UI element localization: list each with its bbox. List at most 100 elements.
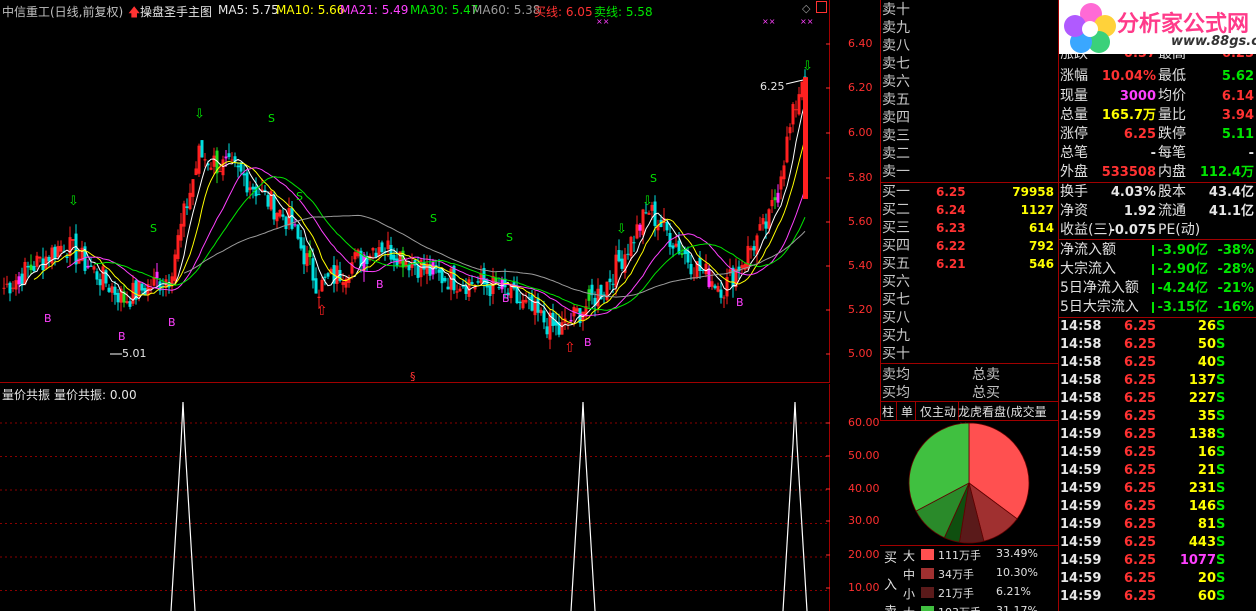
tick-time: 14:59 — [1060, 481, 1102, 496]
candle-body — [257, 194, 261, 196]
stat-label: 最低 — [1158, 68, 1186, 84]
tick-row[interactable]: 14:59 6.25 1077 S — [1060, 552, 1256, 570]
stat-value: -0.075 — [1109, 223, 1156, 238]
candle-body — [11, 287, 15, 289]
volume-price-chart[interactable] — [0, 384, 830, 611]
kline-canvas[interactable]: ⇩⇩ ⇩⇩⇩⇧⇧SSSSSSBBBBBBB×× ×× ×× — [0, 0, 830, 383]
indicator-name[interactable]: 操盘圣手主图 — [140, 3, 212, 20]
buy-level-row[interactable]: 买六 — [882, 273, 1056, 291]
tick-time: 14:59 — [1060, 535, 1102, 550]
tick-price: 6.25 — [1124, 391, 1157, 406]
tick-row[interactable]: 14:58 6.25 227 S — [1060, 390, 1256, 408]
candle-body — [485, 279, 489, 288]
fund-flow-row[interactable]: 5日净流入额 -4.24亿 -21% — [1060, 279, 1256, 298]
tick-row[interactable]: 14:58 6.25 50 S — [1060, 336, 1256, 354]
sell-level-row[interactable]: 卖九 — [882, 19, 1056, 37]
fund-flow-row[interactable]: 净流入额 -3.90亿 -38% — [1060, 241, 1256, 260]
stat-row: 收益(三) -0.075 PE(动) — [1060, 221, 1256, 240]
buy-level-row[interactable]: 买九 — [882, 327, 1056, 345]
tick-row[interactable]: 14:58 6.25 40 S — [1060, 354, 1256, 372]
tick-row[interactable]: 14:59 6.25 21 S — [1060, 462, 1256, 480]
tick-row[interactable]: 14:59 6.25 81 S — [1060, 516, 1256, 534]
buy-level-row[interactable]: 买二 6.24 1127 — [882, 201, 1056, 219]
tick-row[interactable]: 14:59 6.25 20 S — [1060, 570, 1256, 588]
sell-level-row[interactable]: 卖四 — [882, 109, 1056, 127]
sell-level-row[interactable]: 卖二 — [882, 145, 1056, 163]
tick-row[interactable]: 14:59 6.25 35 S — [1060, 408, 1256, 426]
candle-body — [416, 265, 420, 278]
candle-body — [194, 168, 198, 176]
tick-row[interactable]: 14:58 6.25 26 S — [1060, 318, 1256, 336]
candle-body — [518, 301, 522, 304]
sell-level-label: 卖六 — [882, 74, 910, 90]
fund-flow-row[interactable]: 大宗流入 -2.90亿 -28% — [1060, 260, 1256, 279]
flow-pie-chart — [908, 422, 1030, 544]
sell-level-row[interactable]: 卖八 — [882, 37, 1056, 55]
kline-chart[interactable]: ⇩ ⇩ ⇩ ⇩ ⇩ ⇧ ⇧ S S S S S S B B B B B B B ×× ×× ×× — [0, 0, 830, 383]
candle-body — [497, 287, 501, 289]
buy-level-row[interactable]: 买三 6.23 614 — [882, 219, 1056, 237]
tick-price: 6.25 — [1124, 499, 1157, 514]
price-tick-label: 6.40 — [848, 37, 873, 50]
buy-level-row[interactable]: 买十 — [882, 345, 1056, 363]
tick-side: S — [1216, 499, 1226, 514]
fund-flow-row[interactable]: 5日大宗流入 -3.15亿 -16% — [1060, 298, 1256, 317]
candle-body — [644, 212, 648, 214]
buy-level-label: 买三 — [882, 220, 910, 236]
tab-active-only[interactable]: 仅主动 — [918, 402, 960, 421]
candle-body — [707, 268, 711, 287]
tick-row[interactable]: 14:59 6.25 231 S — [1060, 480, 1256, 498]
sell-level-row[interactable]: 卖三 — [882, 127, 1056, 145]
tab-column[interactable]: 柱 — [880, 402, 898, 421]
stat-value: 112.4万 — [1199, 165, 1254, 180]
tick-price: 6.25 — [1124, 481, 1157, 496]
tick-row[interactable]: 14:59 6.25 16 S — [1060, 444, 1256, 462]
sub-tick-label: 20.00 — [848, 548, 880, 561]
stat-value: 3000 — [1119, 89, 1156, 104]
tick-row[interactable]: 14:59 6.25 138 S — [1060, 426, 1256, 444]
sell-signal-arrow-icon: ⇩ — [194, 107, 205, 122]
diamond-icon[interactable]: ◇ — [802, 2, 810, 15]
sub-canvas[interactable] — [0, 384, 830, 611]
candle-body — [104, 270, 108, 284]
candle-body — [113, 286, 117, 295]
buy-level-row[interactable]: 买八 — [882, 309, 1056, 327]
sell-level-row[interactable]: 卖一 — [882, 163, 1056, 181]
buy-level-row[interactable]: 买七 — [882, 291, 1056, 309]
tick-price: 6.25 — [1124, 445, 1157, 460]
tick-row[interactable]: 14:59 6.25 443 S — [1060, 534, 1256, 552]
pie-row-volume: 111万手 — [938, 549, 981, 562]
sell-level-row[interactable]: 卖五 — [882, 91, 1056, 109]
tick-row[interactable]: 14:59 6.25 146 S — [1060, 498, 1256, 516]
resonance-spike — [782, 401, 808, 611]
logo-url[interactable]: www.88gs.com — [1171, 34, 1256, 49]
restore-icon[interactable] — [816, 1, 827, 13]
pie-row-volume: 34万手 — [938, 568, 974, 581]
sub-indicator-name[interactable]: 量价共振 — [2, 386, 50, 403]
candle-body — [680, 253, 684, 255]
buy-level-row[interactable]: 买四 6.22 792 — [882, 237, 1056, 255]
sell-level-row[interactable]: 卖七 — [882, 55, 1056, 73]
candle-body — [386, 240, 390, 250]
tick-volume: 60 — [1197, 589, 1216, 604]
candle-body — [407, 264, 411, 271]
candle-body — [314, 278, 318, 294]
candle-body — [422, 261, 426, 270]
candle-body — [788, 127, 792, 134]
tick-price: 6.25 — [1124, 535, 1157, 550]
buy-b-marker: B — [584, 336, 592, 349]
sell-level-row[interactable]: 卖六 — [882, 73, 1056, 91]
pie-side-label: 卖 — [884, 601, 897, 611]
tick-row[interactable]: 14:58 6.25 137 S — [1060, 372, 1256, 390]
tick-row[interactable]: 14:59 6.25 60 S — [1060, 588, 1256, 606]
tick-volume: 20 — [1197, 571, 1216, 586]
buy-level-row[interactable]: 买五 6.21 546 — [882, 255, 1056, 273]
buy-level-label: 买四 — [882, 238, 910, 254]
buy-level-row[interactable]: 买一 6.25 79958 — [882, 183, 1056, 201]
tab-single[interactable]: 单 — [899, 402, 917, 421]
candle-body — [173, 254, 177, 281]
sub-tick-label: 40.00 — [848, 482, 880, 495]
tick-side: S — [1216, 319, 1226, 334]
pie-row-size: 大 — [903, 549, 916, 563]
sell-level-row[interactable]: 卖十 — [882, 1, 1056, 19]
